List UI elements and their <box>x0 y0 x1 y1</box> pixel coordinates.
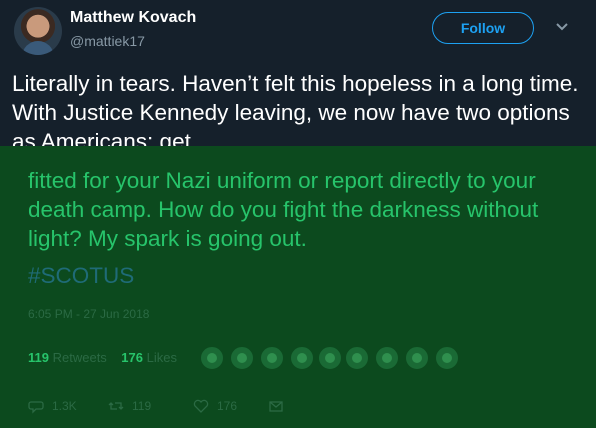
reply-icon <box>28 401 44 414</box>
tweet-text-overlay: fitted for your Nazi uniform or report d… <box>28 168 539 251</box>
liker-avatar[interactable] <box>230 346 254 370</box>
like-icon <box>193 399 209 413</box>
dm-action[interactable] <box>268 398 284 414</box>
retweet-icon <box>108 402 124 410</box>
liker-avatar[interactable] <box>405 346 429 370</box>
reply-action[interactable]: 1.3K <box>28 398 77 414</box>
likes-label: Likes <box>146 350 177 365</box>
like-action[interactable]: 176 <box>193 398 237 414</box>
retweet-count: 119 <box>132 399 152 413</box>
tweet-timestamp[interactable]: 6:05 PM - 27 Jun 2018 <box>28 307 149 321</box>
liker-avatar[interactable] <box>318 346 342 370</box>
liker-avatar[interactable] <box>260 346 284 370</box>
retweet-action[interactable]: 119 <box>108 398 151 414</box>
likes-count[interactable]: 176 <box>121 350 143 365</box>
liker-avatar[interactable] <box>200 346 224 370</box>
liker-avatar[interactable] <box>435 346 459 370</box>
tweet-stats: 119 Retweets 176 Likes <box>28 350 177 365</box>
author-handle[interactable]: @mattiek17 <box>70 33 145 49</box>
retweets-label: Retweets <box>52 350 107 365</box>
tweet-text: Literally in tears. Haven’t felt this ho… <box>12 71 579 154</box>
avatar[interactable] <box>14 7 62 55</box>
liker-avatar[interactable] <box>290 346 314 370</box>
author-name[interactable]: Matthew Kovach <box>70 9 196 27</box>
liker-avatar[interactable] <box>375 346 399 370</box>
like-count: 176 <box>217 399 238 413</box>
chevron-down-icon[interactable] <box>554 18 570 34</box>
mail-icon <box>269 401 283 412</box>
liker-avatar[interactable] <box>345 346 369 370</box>
reply-count: 1.3K <box>52 399 77 413</box>
liker-avatars <box>200 346 462 370</box>
retweets-count[interactable]: 119 <box>28 350 49 365</box>
avatar-shirt <box>22 41 54 55</box>
follow-button[interactable]: Follow <box>432 12 534 44</box>
tweet-actions: 1.3K 119 176 <box>28 398 308 416</box>
hashtag-link[interactable]: #SCOTUS <box>28 261 134 290</box>
